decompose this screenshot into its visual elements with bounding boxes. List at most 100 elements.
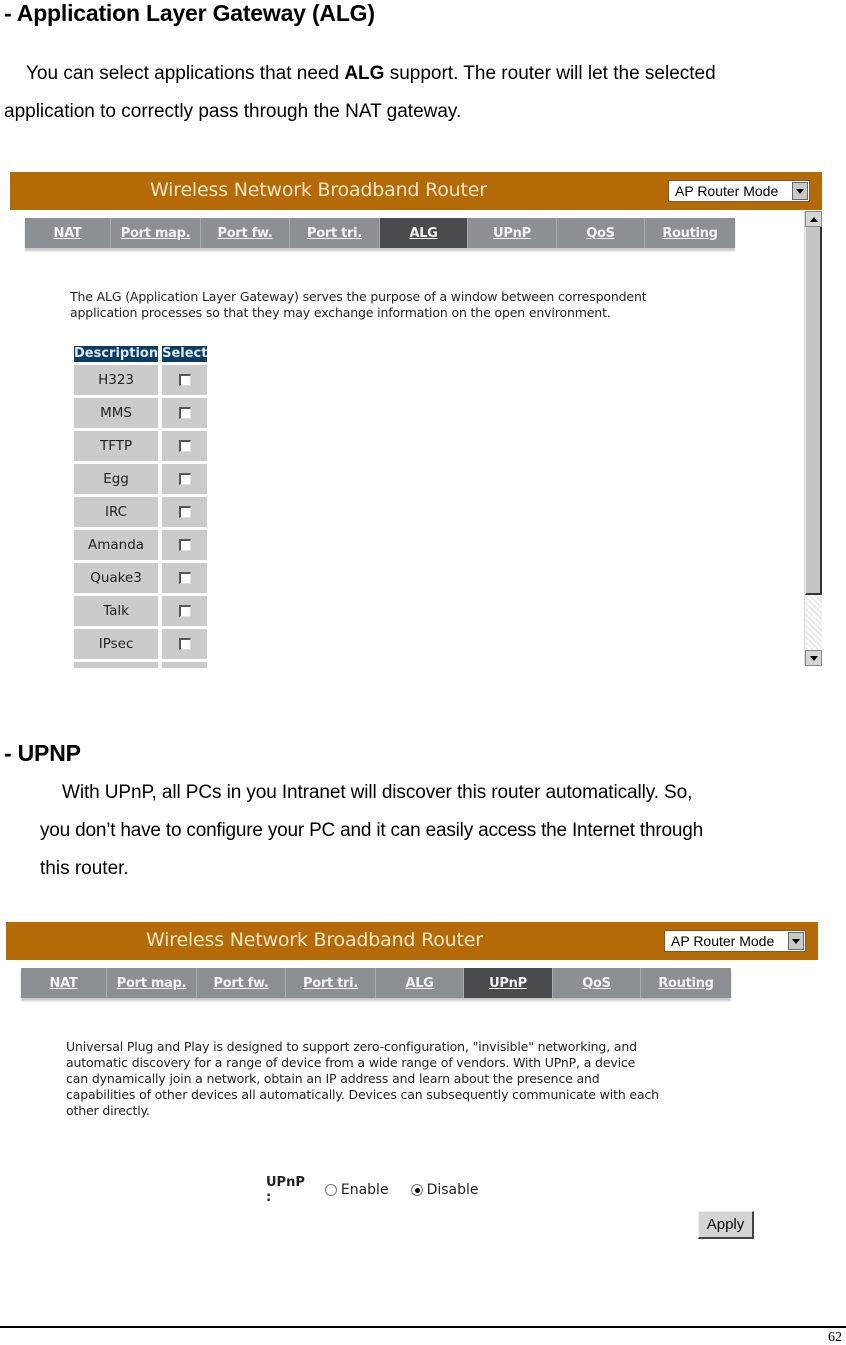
tab-nat[interactable]: NAT xyxy=(21,968,107,998)
row-select-cell xyxy=(162,662,208,668)
amanda-checkbox[interactable] xyxy=(178,539,191,551)
tab-port-map[interactable]: Port map. xyxy=(111,218,201,248)
router-title: Wireless Network Broadband Router xyxy=(150,179,487,201)
tab-routing[interactable]: Routing xyxy=(645,218,735,248)
upnp-intro-line2: you don’t have to configure your PC and … xyxy=(40,820,703,841)
tab-qos[interactable]: QoS xyxy=(557,218,645,248)
mms-checkbox[interactable] xyxy=(178,407,191,419)
tab-nat[interactable]: NAT xyxy=(25,218,111,248)
mode-select[interactable]: AP Router Mode xyxy=(664,930,806,952)
row-description: Quake3 xyxy=(74,563,159,593)
upnp-enable-option[interactable]: Enable xyxy=(324,1182,389,1198)
row-description: Egg xyxy=(74,464,159,494)
tab-port-fw[interactable]: Port fw. xyxy=(201,218,290,248)
table-row: IPsec xyxy=(74,629,208,659)
upnp-intro-line3: this router. xyxy=(40,858,129,879)
tab-port-map[interactable]: Port map. xyxy=(107,968,197,998)
enable-radio[interactable] xyxy=(324,1184,337,1196)
row-select-cell xyxy=(162,629,208,659)
upnp-disable-option[interactable]: Disable xyxy=(410,1182,479,1198)
tab-qos[interactable]: QoS xyxy=(553,968,641,998)
irc-checkbox[interactable] xyxy=(178,506,191,518)
row-select-cell xyxy=(162,497,208,527)
tab-port-tri[interactable]: Port tri. xyxy=(290,218,380,248)
alg-intro-paragraph: You can select applications that need AL… xyxy=(4,55,846,131)
column-header-select: Select xyxy=(162,346,208,362)
page-number: 62 xyxy=(828,1330,842,1345)
h323-checkbox[interactable] xyxy=(178,374,191,386)
row-select-cell xyxy=(162,596,208,626)
tab-upnp[interactable]: UPnP xyxy=(464,968,553,998)
row-description: H323 xyxy=(74,365,159,395)
row-description: Talk xyxy=(74,596,159,626)
table-row: TFTP xyxy=(74,431,208,461)
footer-divider xyxy=(0,1326,846,1328)
row-select-cell xyxy=(162,365,208,395)
upnp-description: Universal Plug and Play is designed to s… xyxy=(66,1039,786,1119)
row-select-cell xyxy=(162,431,208,461)
quake3-checkbox[interactable] xyxy=(178,572,191,584)
upnp-setting-row: UPnP : Enable Disable xyxy=(266,1175,501,1205)
chevron-down-icon[interactable] xyxy=(788,932,804,950)
tab-routing[interactable]: Routing xyxy=(641,968,731,998)
tab-upnp[interactable]: UPnP xyxy=(468,218,557,248)
alg-table: Description Select H323 MMS TFTP Egg IRC… xyxy=(70,343,211,671)
upnp-description-line: other directly. xyxy=(66,1103,150,1118)
router-title: Wireless Network Broadband Router xyxy=(146,929,483,951)
enable-label: Enable xyxy=(340,1182,389,1198)
row-select-cell xyxy=(162,530,208,560)
disable-label: Disable xyxy=(426,1182,479,1198)
row-description xyxy=(74,662,159,668)
upnp-intro-line1: With UPnP, all PCs in you Intranet will … xyxy=(62,782,693,803)
scrollbar-thumb[interactable] xyxy=(805,227,822,595)
tab-alg[interactable]: ALG xyxy=(380,218,468,248)
egg-checkbox[interactable] xyxy=(178,473,191,485)
row-description: MMS xyxy=(74,398,159,428)
vertical-scrollbar[interactable] xyxy=(804,211,822,666)
table-row: Amanda xyxy=(74,530,208,560)
table-row: Quake3 xyxy=(74,563,208,593)
tftp-checkbox[interactable] xyxy=(178,440,191,452)
upnp-tab-bar: NAT Port map. Port fw. Port tri. ALG UPn… xyxy=(21,968,731,998)
tab-port-fw[interactable]: Port fw. xyxy=(197,968,286,998)
table-row: MMS xyxy=(74,398,208,428)
table-row: Talk xyxy=(74,596,208,626)
alg-intro-bold: ALG xyxy=(344,63,385,84)
table-row: H323 xyxy=(74,365,208,395)
alg-intro-pre: You can select applications that need xyxy=(26,63,345,84)
alg-description-line1: The ALG (Application Layer Gateway) serv… xyxy=(70,289,647,304)
alg-intro-post: support. The router will let the selecte… xyxy=(384,63,716,84)
upnp-section-heading: - UPNP xyxy=(4,740,81,766)
row-description: TFTP xyxy=(74,431,159,461)
talk-checkbox[interactable] xyxy=(178,605,191,617)
table-row: Egg xyxy=(74,464,208,494)
router-header: Wireless Network Broadband Router AP Rou… xyxy=(6,922,818,960)
column-header-description: Description xyxy=(74,346,159,362)
row-select-cell xyxy=(162,464,208,494)
table-row: IRC xyxy=(74,497,208,527)
alg-section-heading: - Application Layer Gateway (ALG) xyxy=(4,0,375,26)
chevron-down-icon[interactable] xyxy=(792,182,808,200)
tab-alg[interactable]: ALG xyxy=(376,968,464,998)
tab-port-tri[interactable]: Port tri. xyxy=(286,968,376,998)
disable-radio[interactable] xyxy=(410,1184,423,1196)
upnp-description-line: automatic discovery for a range of devic… xyxy=(66,1055,636,1070)
upnp-description-line: capabilities of other devices all automa… xyxy=(66,1087,659,1102)
scroll-up-icon[interactable] xyxy=(805,211,822,227)
upnp-description-line: can dynamically join a network, obtain a… xyxy=(66,1071,600,1086)
mode-select-value: AP Router Mode xyxy=(675,183,779,199)
upnp-label: UPnP : xyxy=(266,1175,305,1205)
alg-intro-line2: application to correctly pass through th… xyxy=(4,101,462,122)
row-select-cell xyxy=(162,563,208,593)
alg-description: The ALG (Application Layer Gateway) serv… xyxy=(70,289,770,321)
alg-description-line2: application processes so that they may e… xyxy=(70,305,611,320)
apply-button[interactable]: Apply xyxy=(698,1211,754,1239)
row-description: IPsec xyxy=(74,629,159,659)
upnp-intro-paragraph: With UPnP, all PCs in you Intranet will … xyxy=(40,774,846,888)
mode-select[interactable]: AP Router Mode xyxy=(668,180,810,202)
router-header: Wireless Network Broadband Router AP Rou… xyxy=(10,172,822,210)
row-select-cell xyxy=(162,398,208,428)
row-description: Amanda xyxy=(74,530,159,560)
scroll-down-icon[interactable] xyxy=(805,650,822,666)
ipsec-checkbox[interactable] xyxy=(178,638,191,650)
